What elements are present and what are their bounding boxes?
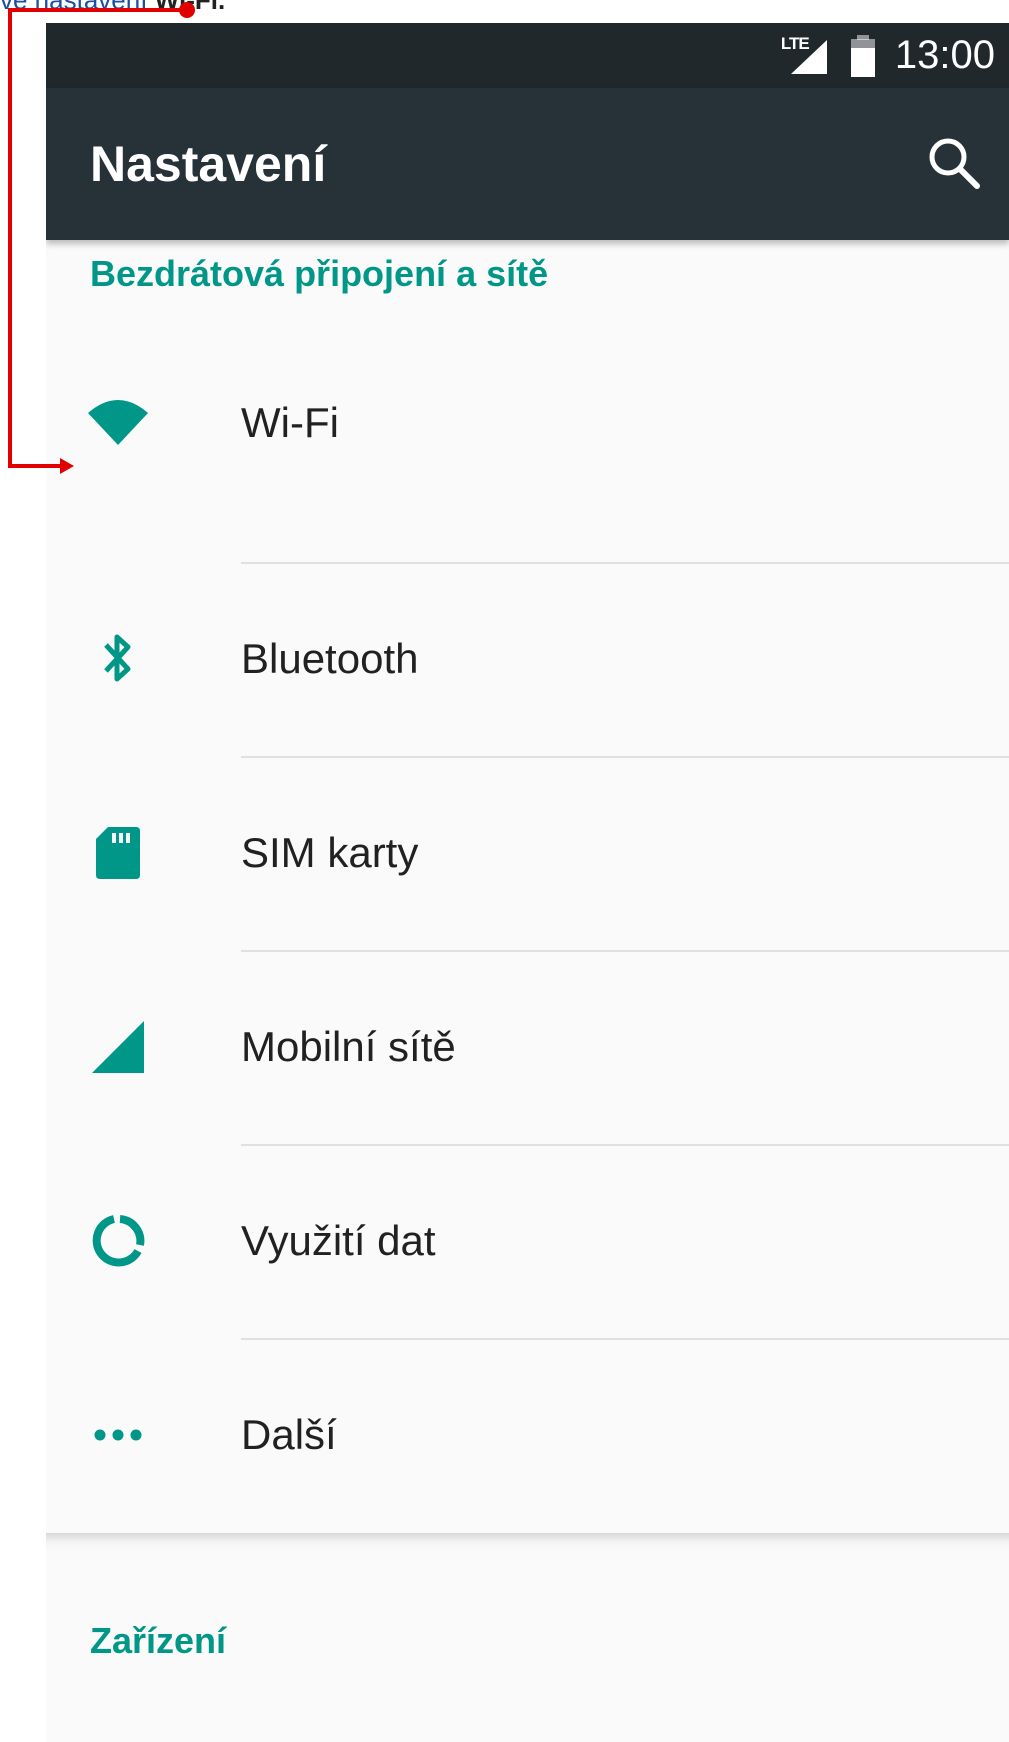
- search-icon[interactable]: [925, 134, 983, 192]
- settings-item-label: Wi-Fi: [241, 399, 339, 446]
- more-dots-icon: [94, 1429, 142, 1441]
- annotation-arrow: [8, 2, 195, 474]
- cellular-signal-icon: [92, 1021, 144, 1073]
- settings-item-sim-cards[interactable]: SIM karty: [46, 756, 1009, 950]
- settings-item-label: Další: [241, 1411, 337, 1458]
- settings-item-label: Bluetooth: [241, 635, 419, 682]
- settings-item-mobile-networks[interactable]: Mobilní sítě: [46, 950, 1009, 1144]
- settings-item-bluetooth[interactable]: Bluetooth: [46, 562, 1009, 756]
- status-clock: 13:00: [894, 33, 995, 77]
- settings-item-data-usage[interactable]: Využití dat: [46, 1144, 1009, 1338]
- settings-item-more[interactable]: Další: [46, 1338, 1009, 1532]
- settings-item-label: Využití dat: [241, 1217, 436, 1264]
- battery-icon: [850, 34, 875, 77]
- settings-item-label: SIM karty: [241, 829, 419, 876]
- data-usage-icon: [92, 1215, 145, 1267]
- sim-card-icon: [96, 827, 140, 879]
- lte-signal-icon: LTE: [781, 34, 831, 78]
- section-separator: [46, 1533, 1009, 1551]
- tutorial-page: ve nastavení Wi-Fi. LTE 13:00 Nastave: [0, 0, 1009, 1742]
- signal-strength-icon: [790, 39, 827, 74]
- settings-item-label: Mobilní sítě: [241, 1023, 456, 1070]
- bluetooth-icon: [104, 634, 131, 682]
- status-icons: LTE 13:00: [781, 23, 995, 88]
- section-header-device: Zařízení: [90, 1620, 227, 1661]
